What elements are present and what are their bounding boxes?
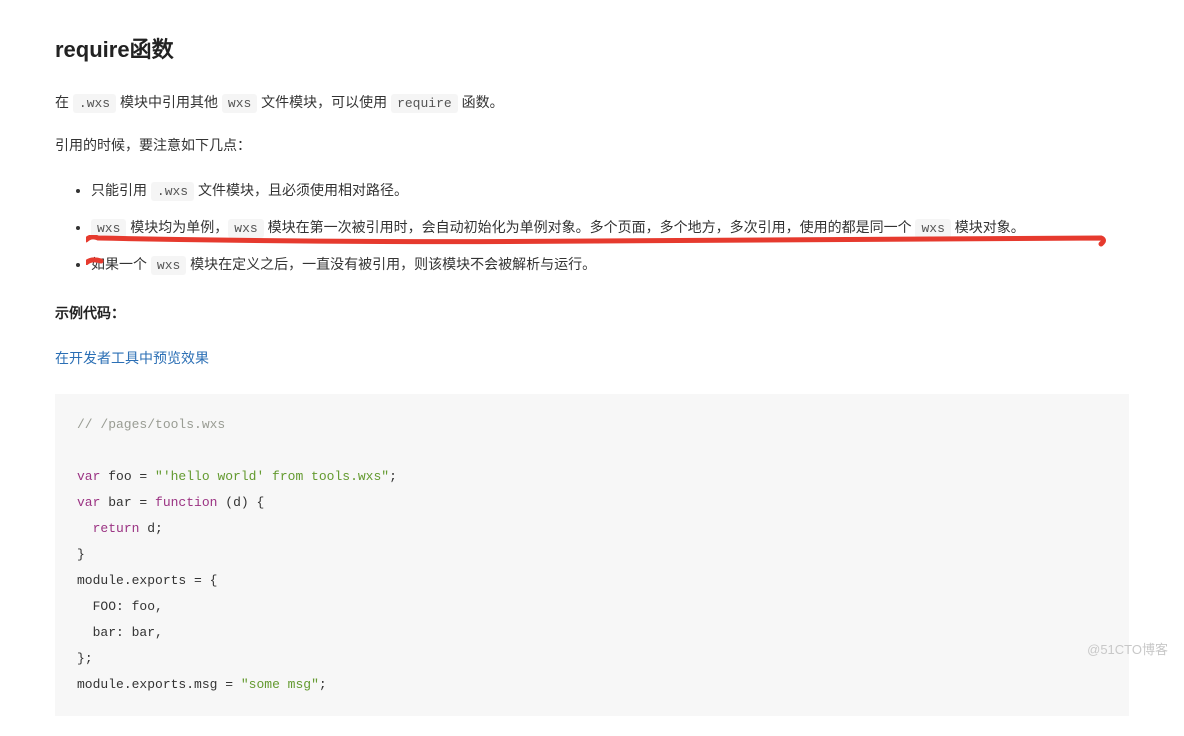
code-ident: d <box>233 495 241 510</box>
text-segment: 如果一个 <box>91 256 151 272</box>
code-inline-wxs: wxs <box>91 219 126 238</box>
code-ident: bar <box>132 625 155 640</box>
code-inline-wxs: wxs <box>222 94 257 113</box>
code-indent <box>77 521 93 536</box>
code-ident: exports <box>132 573 187 588</box>
code-punct: { <box>257 495 265 510</box>
code-punct: : <box>116 625 132 640</box>
text-segment: 函数。 <box>458 94 504 110</box>
list-item: wxs 模块均为单例，wxs 模块在第一次被引用时，会自动初始化为单例对象。多个… <box>91 213 1129 242</box>
code-inline-wxs: wxs <box>228 219 263 238</box>
code-punct: ) <box>241 495 249 510</box>
code-string: "'hello world' from tools.wxs" <box>155 469 389 484</box>
code-punct: = <box>132 469 155 484</box>
intro-paragraph-1: 在 .wxs 模块中引用其他 wxs 文件模块，可以使用 require 函数。 <box>55 90 1129 115</box>
example-code-label: 示例代码： <box>55 301 1129 326</box>
code-inline-require: require <box>391 94 458 113</box>
code-ident: module <box>77 573 124 588</box>
text-segment: 模块中引用其他 <box>116 94 222 110</box>
code-punct: = <box>132 495 155 510</box>
code-punct: . <box>124 677 132 692</box>
code-punct: } <box>77 547 85 562</box>
code-punct: . <box>124 573 132 588</box>
code-ident: module <box>77 677 124 692</box>
text-segment: 文件模块，且必须使用相对路径。 <box>194 182 408 198</box>
code-inline-wxs: .wxs <box>73 94 116 113</box>
code-keyword: return <box>93 521 140 536</box>
code-punct: . <box>186 677 194 692</box>
code-ident: exports <box>132 677 187 692</box>
code-keyword: function <box>155 495 217 510</box>
list-item: 如果一个 wxs 模块在定义之后，一直没有被引用，则该模块不会被解析与运行。 <box>91 250 1129 279</box>
code-punct: ; <box>389 469 397 484</box>
code-ident: bar <box>93 625 116 640</box>
text-segment: 模块在定义之后，一直没有被引用，则该模块不会被解析与运行。 <box>186 256 596 272</box>
code-ident: d <box>147 521 155 536</box>
code-punct: , <box>155 625 163 640</box>
code-inline-wxs: wxs <box>915 219 950 238</box>
text-segment: 在 <box>55 94 73 110</box>
code-inline-wxs: wxs <box>151 256 186 275</box>
section-heading: require函数 <box>55 30 1129 70</box>
code-indent <box>77 625 93 640</box>
text-segment: 模块在第一次被引用时，会自动初始化为单例对象。多个页面，多个地方，多次引用，使用… <box>264 219 916 235</box>
code-punct: = <box>186 573 209 588</box>
code-punct: ; <box>85 651 93 666</box>
code-ident: foo <box>108 469 131 484</box>
code-punct: : <box>116 599 132 614</box>
code-ident: foo <box>132 599 155 614</box>
code-inline-wxs: .wxs <box>151 182 194 201</box>
watermark-text: @51CTO博客 <box>1087 638 1168 661</box>
intro-paragraph-2: 引用的时候，要注意如下几点： <box>55 133 1129 158</box>
text-segment: 文件模块，可以使用 <box>257 94 391 110</box>
text-segment: 模块均为单例， <box>126 219 228 235</box>
code-punct: , <box>155 599 163 614</box>
bullet-list: 只能引用 .wxs 文件模块，且必须使用相对路径。 wxs 模块均为单例，wxs… <box>55 176 1129 279</box>
preview-link[interactable]: 在开发者工具中预览效果 <box>55 346 209 371</box>
code-indent <box>77 599 93 614</box>
code-punct: ; <box>155 521 163 536</box>
code-punct: } <box>77 651 85 666</box>
code-block: // /pages/tools.wxs var foo = "'hello wo… <box>55 394 1129 716</box>
code-ident: FOO <box>93 599 116 614</box>
code-comment: // /pages/tools.wxs <box>77 417 225 432</box>
text-segment: 只能引用 <box>91 182 151 198</box>
list-item: 只能引用 .wxs 文件模块，且必须使用相对路径。 <box>91 176 1129 205</box>
code-punct: ( <box>225 495 233 510</box>
code-string: "some msg" <box>241 677 319 692</box>
code-punct: { <box>210 573 218 588</box>
text-segment: 模块对象。 <box>951 219 1025 235</box>
code-keyword: var <box>77 495 100 510</box>
code-keyword: var <box>77 469 100 484</box>
code-ident: msg <box>194 677 217 692</box>
code-ident: bar <box>108 495 131 510</box>
code-punct: ; <box>319 677 327 692</box>
code-punct: = <box>217 677 240 692</box>
